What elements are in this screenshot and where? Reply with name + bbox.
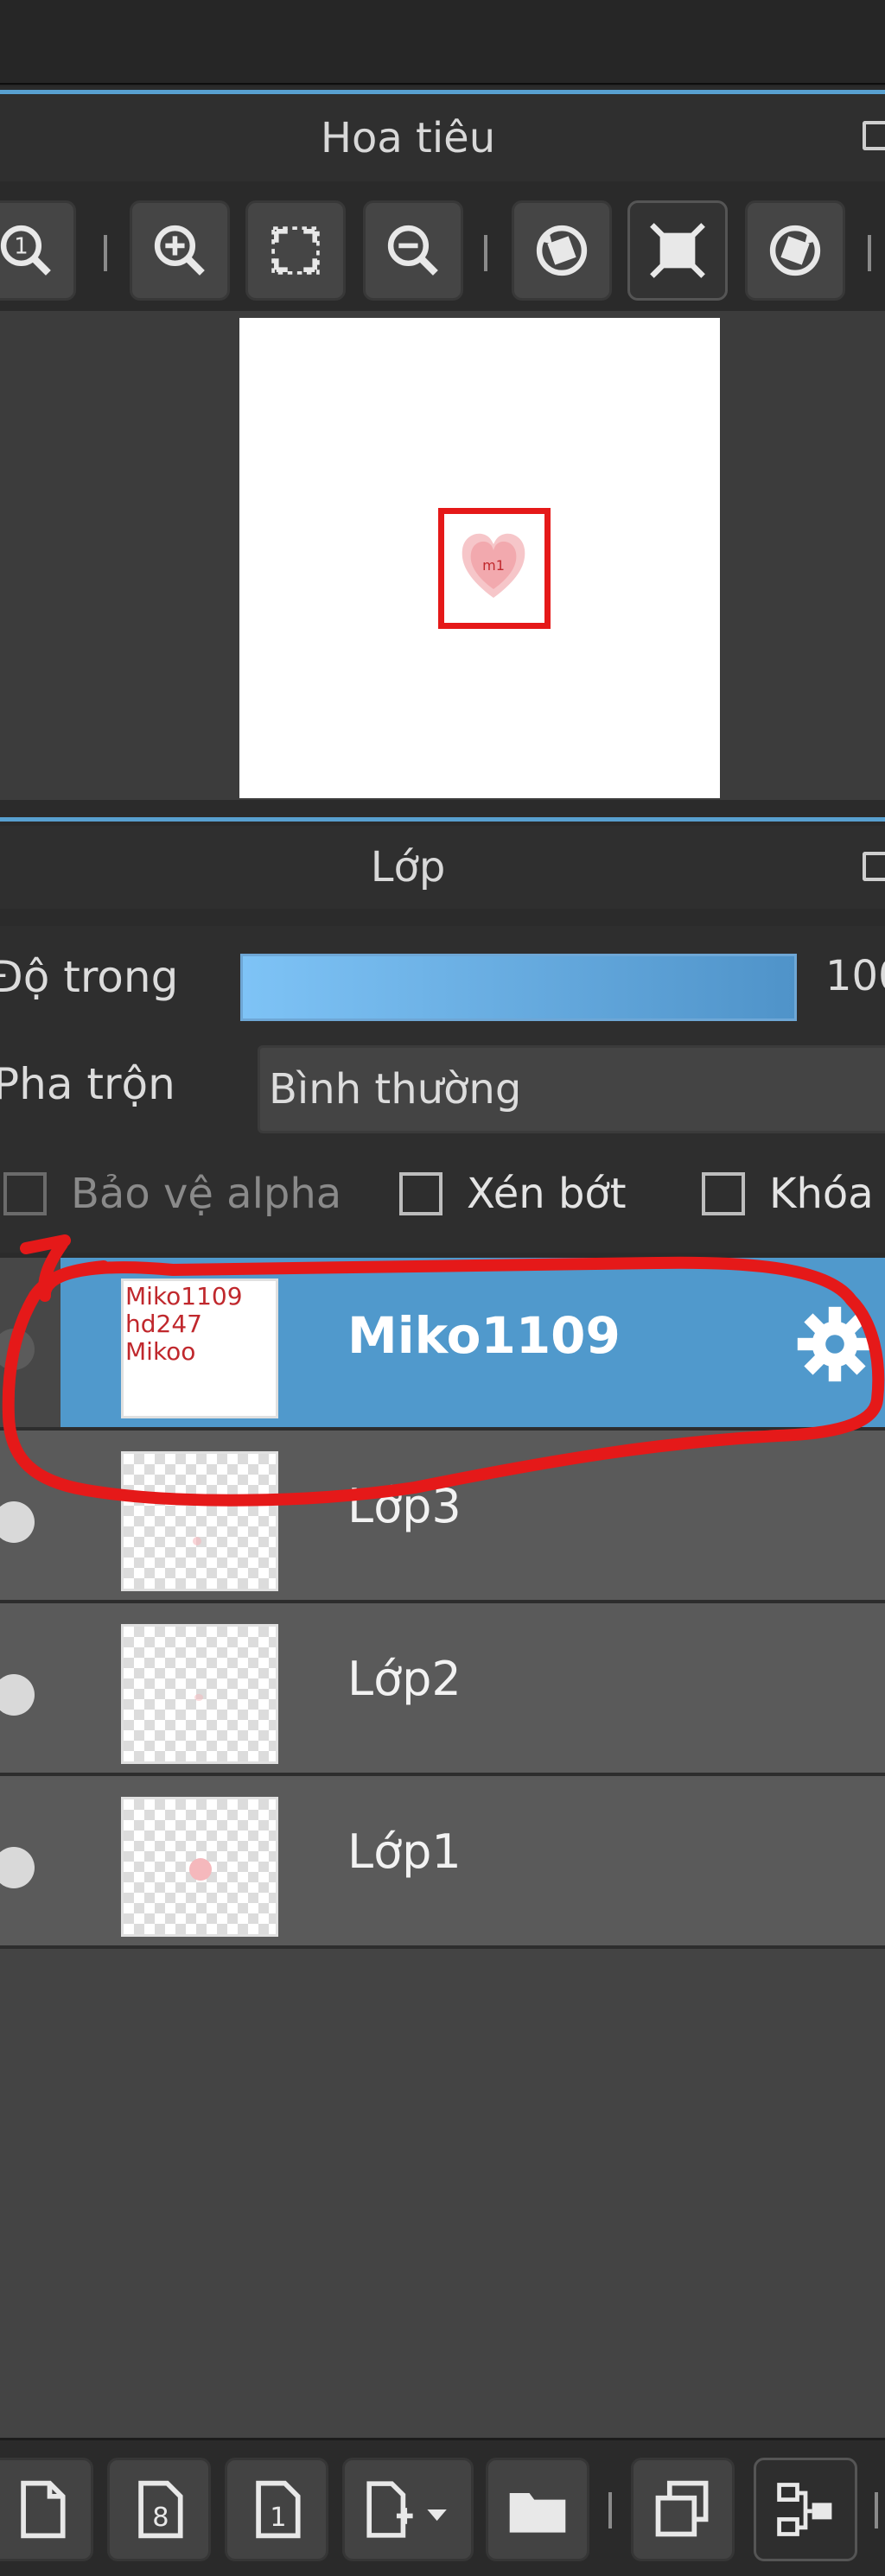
layer-row-lop3[interactable]: Lớp3: [0, 1431, 885, 1603]
navigator-panel-title: Hoa tiêu: [320, 114, 496, 162]
panel-accent-line: [0, 817, 885, 822]
zoom-in-icon: [154, 225, 205, 276]
layer-thumbnail: [121, 1624, 278, 1764]
visibility-icon[interactable]: [0, 1501, 35, 1543]
duplicate-layer-button[interactable]: [631, 2458, 735, 2561]
layer-list[interactable]: Miko1109 hd247 Mikoo Miko1109 Lớp3 Lớp2 …: [0, 1258, 885, 2438]
new-folder-button[interactable]: [486, 2458, 589, 2561]
thumbnail-mark: [194, 1694, 203, 1701]
toolbar-separator: [608, 2492, 612, 2528]
navigator-preview-area[interactable]: m1: [0, 311, 885, 800]
navigator-toolbar: 1: [0, 181, 885, 311]
opacity-row: Độ trong 100: [0, 926, 885, 1030]
layer-name[interactable]: Lớp1: [347, 1824, 462, 1879]
blend-row: Pha trộn Bình thường: [0, 1030, 885, 1145]
checkbox-box[interactable]: [702, 1172, 745, 1215]
zoom-actual-icon: 1: [0, 225, 51, 276]
svg-text:1: 1: [14, 234, 28, 260]
undock-icon[interactable]: [863, 852, 885, 881]
viewport-frame[interactable]: [438, 508, 551, 629]
new-layer-1bit-icon: 1: [256, 2480, 301, 2539]
layer-options-row: Bảo vệ alpha Xén bớt Khóa: [0, 1145, 885, 1253]
protect-alpha-checkbox[interactable]: Bảo vệ alpha: [3, 1170, 341, 1218]
rotate-right-button[interactable]: [745, 200, 845, 301]
zoom-actual-button[interactable]: 1: [0, 200, 76, 301]
undock-icon[interactable]: [863, 121, 885, 150]
new-layer-8bit-icon: 8: [138, 2480, 183, 2539]
layer-thumbnail: [121, 1797, 278, 1937]
checkbox-box[interactable]: [399, 1172, 442, 1215]
lock-label: Khóa: [769, 1170, 874, 1218]
visibility-icon[interactable]: [0, 1847, 35, 1888]
merge-down-icon: [777, 2483, 832, 2536]
layer-panel-title: Lớp: [370, 843, 446, 891]
zoom-in-button[interactable]: [130, 200, 230, 301]
opacity-value[interactable]: 100: [825, 952, 885, 1000]
thumbnail-mark: [193, 1537, 201, 1545]
layer-panel-header: Lớp: [0, 826, 885, 909]
layer-name[interactable]: Miko1109: [347, 1306, 621, 1365]
layer-name[interactable]: Lớp3: [347, 1479, 462, 1533]
zoom-out-button[interactable]: [363, 200, 463, 301]
merge-down-button[interactable]: [754, 2458, 857, 2561]
new-layer-icon: [21, 2480, 66, 2539]
layer-name[interactable]: Lớp2: [347, 1652, 462, 1706]
protect-alpha-label: Bảo vệ alpha: [71, 1170, 342, 1218]
window-top-strip: [0, 0, 885, 86]
toolbar-separator: [104, 235, 107, 271]
blend-mode-select[interactable]: Bình thường: [258, 1045, 885, 1133]
new-8bit-layer-button[interactable]: 8: [107, 2458, 211, 2561]
clipping-checkbox[interactable]: Xén bớt: [399, 1170, 627, 1218]
svg-text:8: 8: [152, 2503, 169, 2533]
reset-view-icon: [650, 223, 705, 278]
fit-screen-icon: [271, 226, 320, 275]
visibility-icon[interactable]: [0, 1674, 35, 1716]
toolbar-separator: [875, 2492, 878, 2528]
panel-accent-line: [0, 90, 885, 94]
thumbnail-text: Miko1109 hd247 Mikoo: [125, 1282, 243, 1366]
navigator-canvas-preview[interactable]: m1: [239, 318, 720, 798]
new-1bit-layer-button[interactable]: 1: [225, 2458, 328, 2561]
layer-row-lop2[interactable]: Lớp2: [0, 1603, 885, 1776]
toolbar-separator: [868, 235, 871, 271]
layer-thumbnail: Miko1109 hd247 Mikoo: [121, 1278, 278, 1418]
rotate-right-icon: [769, 225, 821, 276]
checkbox-box[interactable]: [3, 1172, 47, 1215]
folder-icon: [509, 2493, 566, 2533]
fit-screen-button[interactable]: [245, 200, 346, 301]
reset-view-button[interactable]: [627, 200, 728, 301]
thumbnail-mark: [189, 1858, 212, 1881]
add-layer-dropdown-button[interactable]: [342, 2458, 474, 2561]
blend-label: Pha trộn: [0, 1059, 175, 1109]
opacity-slider[interactable]: [240, 954, 797, 1021]
navigator-panel-header: Hoa tiêu: [0, 95, 885, 181]
zoom-out-icon: [387, 225, 438, 276]
clipping-label: Xén bớt: [467, 1170, 627, 1218]
text-layer-settings-icon[interactable]: [793, 1303, 876, 1386]
duplicate-layer-icon: [655, 2480, 709, 2537]
layer-thumbnail: [121, 1451, 278, 1591]
layer-row-miko1109[interactable]: Miko1109 hd247 Mikoo Miko1109: [0, 1258, 885, 1431]
toolbar-separator: [484, 235, 487, 271]
layer-row-lop1[interactable]: Lớp1: [0, 1776, 885, 1949]
opacity-label: Độ trong: [0, 952, 179, 1002]
rotate-left-icon: [536, 225, 588, 276]
rotate-left-button[interactable]: [512, 200, 612, 301]
add-layer-dropdown-icon: [366, 2481, 447, 2538]
layer-bottom-toolbar: 8 1: [0, 2438, 885, 2576]
new-layer-button[interactable]: [0, 2458, 93, 2561]
svg-text:1: 1: [270, 2503, 286, 2533]
lock-checkbox[interactable]: Khóa: [702, 1170, 874, 1218]
